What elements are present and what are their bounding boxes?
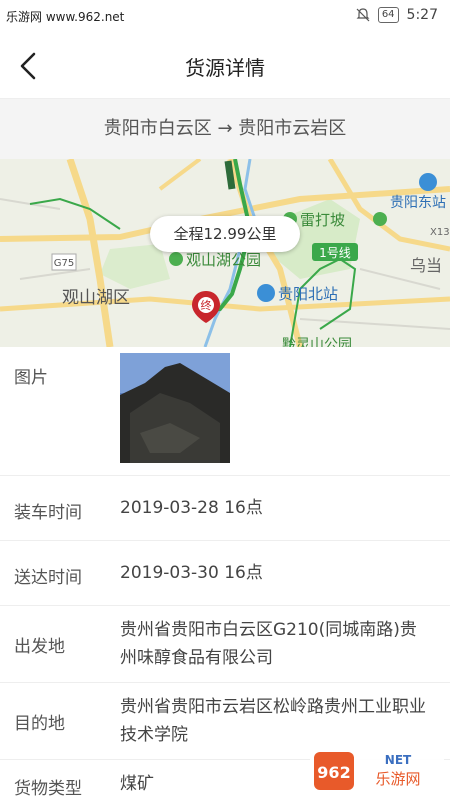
origin-label: 出发地 — [14, 637, 65, 657]
battery-icon: 64 — [377, 7, 399, 23]
detail-row-arrive-time: 送达时间 2019-03-30 16点 — [0, 541, 450, 606]
map-end-marker-label: 终 — [201, 298, 212, 312]
map-label-guiyang-north: 贵阳北站 — [278, 285, 338, 303]
map-label-guanshan-lake: 观山湖区 — [62, 288, 130, 308]
mute-bell-icon — [356, 8, 370, 22]
destination-value: 贵州省贵阳市云岩区松岭路贵州工业职业技术学院 — [120, 697, 426, 745]
picture-label: 图片 — [14, 368, 48, 388]
arrive-time-label: 送达时间 — [14, 568, 82, 588]
watermark-number: 962 — [317, 763, 350, 782]
destination-label: 目的地 — [14, 714, 65, 734]
map-label-x13: X13 — [430, 227, 450, 238]
cargo-photo[interactable] — [120, 353, 230, 463]
status-bar: 乐游网 www.962.net 64 5:27 — [0, 0, 450, 34]
map-label-guanshan-park: 观山湖公园 — [186, 251, 261, 269]
detail-row-origin: 出发地 贵州省贵阳市白云区G210(同城南路)贵州味醇食品有限公司 — [0, 606, 450, 683]
watermark-logo: 962 乐游网 NET — [310, 746, 444, 796]
nav-bar: 货源详情 — [0, 34, 450, 99]
map-label-line1: 1号线 — [319, 246, 351, 260]
map-label-guiyang-east: 贵阳东站 — [390, 195, 446, 211]
map-label-leidapo: 雷打坡 — [300, 211, 345, 229]
status-site-text: 乐游网 www.962.net — [6, 10, 125, 24]
status-time: 5:27 — [406, 7, 438, 23]
load-time-label: 装车时间 — [14, 503, 82, 523]
page-title: 货源详情 — [185, 56, 265, 80]
route-summary: 贵阳市白云区 → 贵阳市云岩区 — [0, 99, 450, 159]
watermark-net: NET — [385, 753, 412, 767]
map-canvas: G75 观山湖区 观山湖公园 雷打坡 1号线 贵阳北站 贵阳东站 乌当 X13 … — [0, 159, 450, 347]
detail-row-load-time: 装车时间 2019-03-28 16点 — [0, 476, 450, 541]
map-label-qianling: 黔灵山公园 — [282, 337, 352, 347]
map-label-g75: G75 — [54, 258, 74, 269]
detail-row-picture: 图片 — [0, 347, 450, 476]
cargo-type-label: 货物类型 — [14, 779, 82, 799]
origin-value: 贵州省贵阳市白云区G210(同城南路)贵州味醇食品有限公司 — [120, 620, 417, 668]
load-time-value: 2019-03-28 16点 — [120, 498, 263, 518]
arrive-time-value: 2019-03-30 16点 — [120, 563, 263, 583]
route-map[interactable]: G75 观山湖区 观山湖公园 雷打坡 1号线 贵阳北站 贵阳东站 乌当 X13 … — [0, 159, 450, 347]
distance-bubble: 全程12.99公里 — [150, 216, 300, 252]
watermark-site: 乐游网 — [375, 770, 420, 788]
map-label-wudang: 乌当 — [410, 256, 442, 275]
status-icons: 64 5:27 — [356, 7, 438, 23]
